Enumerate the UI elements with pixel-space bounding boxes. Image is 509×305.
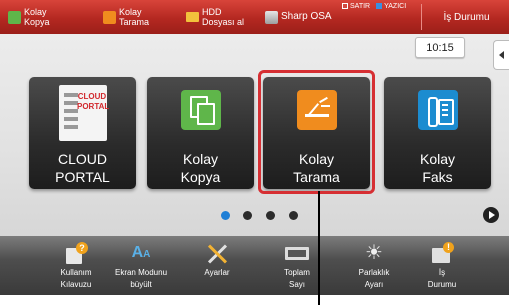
- tile-easy-copy[interactable]: Kolay Kopya: [147, 77, 254, 189]
- bottom-label: Ekran Modunu: [114, 268, 168, 277]
- mode-indicators: SATIR YAZICI: [342, 3, 406, 10]
- bottom-label: büyült: [130, 280, 152, 289]
- bottom-label: Ayarlar: [204, 268, 230, 277]
- shortcut-label: Sharp OSA: [281, 11, 332, 22]
- bottom-label: İş: [438, 268, 446, 277]
- shortcut-label: Tarama: [119, 17, 150, 27]
- bottom-label: Kılavuzu: [60, 280, 92, 289]
- line-indicator: SATIR: [342, 3, 370, 10]
- shortcut-easy-copy[interactable]: Kolay Kopya: [8, 0, 50, 34]
- cloud-portal-icon: CLOUD PORTAL: [59, 85, 110, 141]
- shortcut-sharp-osa[interactable]: Sharp OSA: [265, 0, 332, 34]
- button-user-guide[interactable]: ? Kullanım Kılavuzu: [40, 236, 112, 295]
- osa-icon: [265, 10, 278, 24]
- button-settings[interactable]: Ayarlar: [181, 236, 253, 295]
- brightness-icon: ☀: [365, 242, 383, 264]
- callout-line: [318, 191, 320, 305]
- tile-label: CLOUD PORTAL: [55, 151, 110, 185]
- highlight-frame: [258, 70, 375, 194]
- copy-icon: [181, 90, 221, 130]
- button-brightness[interactable]: ☀ Parlaklık Ayarı: [338, 236, 410, 295]
- display-zoom-icon: AA: [131, 244, 151, 261]
- scan-icon: [103, 10, 116, 24]
- page-dot[interactable]: [266, 211, 275, 220]
- shortcut-label: Kolay: [119, 7, 142, 17]
- bottom-bar: ? Kullanım Kılavuzu AA Ekran Modunu büyült…: [0, 236, 509, 295]
- bottom-label: Parlaklık: [358, 268, 390, 277]
- manual-icon: ?: [64, 242, 88, 264]
- bottom-label: Sayı: [288, 280, 305, 289]
- button-display-zoom[interactable]: AA Ekran Modunu büyült: [105, 236, 177, 295]
- bottom-label: Durumu: [427, 280, 457, 289]
- settings-tools-icon: [205, 242, 229, 264]
- shortcut-label: Kopya: [24, 17, 50, 27]
- clock: 10:15: [415, 37, 465, 58]
- job-status-icon: !: [430, 242, 454, 264]
- cloud-portal-logo-text: PORTAL: [77, 102, 110, 111]
- shortcut-hdd-file[interactable]: HDD Dosyası al: [186, 0, 244, 34]
- folder-icon: [186, 12, 199, 22]
- bottom-label: Ayarı: [364, 280, 384, 289]
- tile-label: Kolay: [182, 151, 219, 167]
- shortcut-label: HDD: [202, 7, 222, 17]
- tile-label: Faks: [422, 169, 453, 185]
- top-bar: Kolay Kopya Kolay Tarama HDD Dosyası al Sha…: [0, 0, 509, 34]
- shortcut-label: Kolay: [24, 7, 47, 17]
- printer-indicator: YAZICI: [376, 3, 406, 10]
- tile-label: Kopya: [180, 169, 221, 185]
- cloud-portal-logo-text: CLOUD: [77, 92, 107, 101]
- tile-label: Kolay: [419, 151, 456, 167]
- job-status-button[interactable]: İş Durumu: [424, 0, 509, 34]
- shortcut-easy-scan[interactable]: Kolay Tarama: [103, 0, 149, 34]
- bottom-label: Toplam: [284, 268, 310, 277]
- total-count-icon: [285, 242, 309, 264]
- fax-icon: [418, 90, 458, 130]
- bottom-label: Kullanım: [60, 268, 92, 277]
- top-bar-divider: [421, 4, 422, 30]
- shortcut-label: Dosyası al: [202, 17, 245, 27]
- button-job-status[interactable]: ! İş Durumu: [406, 236, 478, 295]
- page-dot[interactable]: [289, 211, 298, 220]
- page-dot-active[interactable]: [221, 211, 230, 220]
- side-panel-tab[interactable]: [493, 40, 509, 70]
- page-dot[interactable]: [243, 211, 252, 220]
- next-page-button[interactable]: [483, 207, 499, 223]
- home-screen: Kolay Kopya Kolay Tarama HDD Dosyası al Sha…: [0, 0, 509, 295]
- tile-easy-fax[interactable]: Kolay Faks: [384, 77, 491, 189]
- copy-icon: [8, 10, 21, 24]
- tile-cloud-portal[interactable]: CLOUD PORTAL CLOUD PORTAL: [29, 77, 136, 189]
- button-total-count[interactable]: Toplam Sayı: [261, 236, 333, 295]
